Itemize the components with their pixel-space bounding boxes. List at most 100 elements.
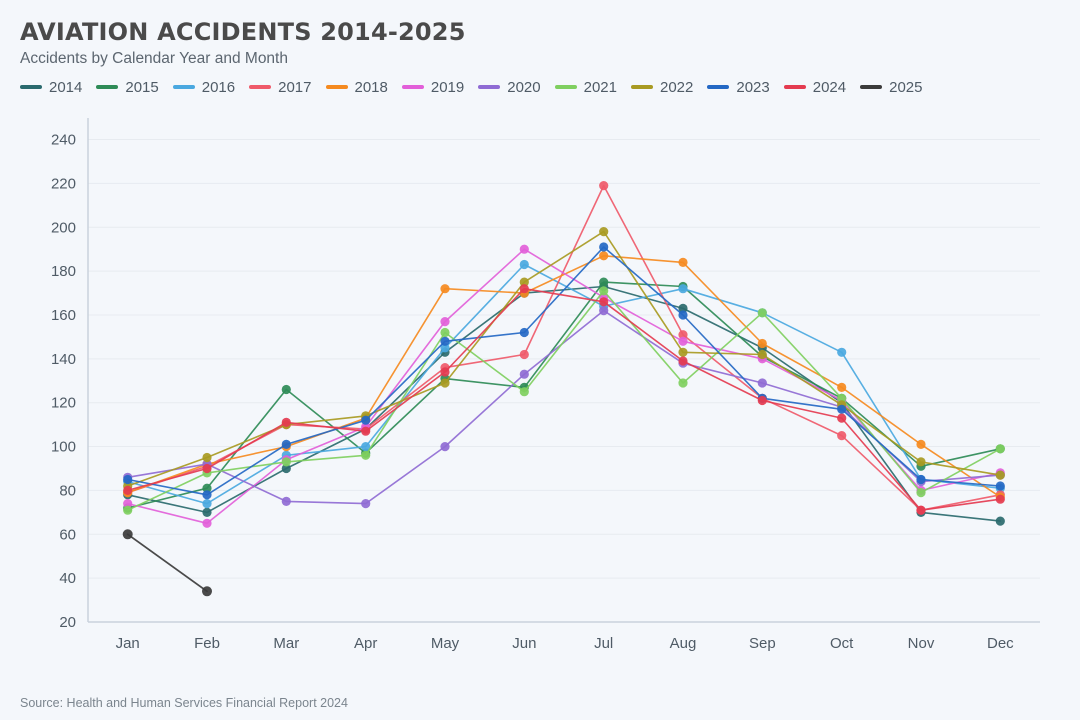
data-point[interactable] — [678, 356, 688, 366]
data-point[interactable] — [995, 444, 1005, 454]
data-point[interactable] — [837, 404, 847, 414]
data-point[interactable] — [916, 505, 926, 515]
data-point[interactable] — [440, 367, 450, 377]
chart-page: AVIATION ACCIDENTS 2014-2025 Accidents b… — [0, 0, 1080, 720]
data-point[interactable] — [678, 310, 688, 320]
data-point[interactable] — [837, 347, 847, 357]
data-point[interactable] — [202, 463, 212, 474]
data-point[interactable] — [757, 395, 767, 406]
data-point[interactable] — [599, 181, 609, 191]
x-tick-label: Nov — [908, 635, 935, 652]
data-point[interactable] — [440, 336, 450, 346]
data-point[interactable] — [361, 450, 371, 460]
data-point[interactable] — [202, 452, 212, 463]
data-point[interactable] — [995, 470, 1005, 480]
data-point[interactable] — [123, 485, 133, 495]
series-2016[interactable] — [123, 259, 1005, 509]
data-point[interactable] — [202, 490, 212, 500]
data-point[interactable] — [361, 499, 371, 509]
data-point[interactable] — [678, 336, 688, 346]
data-point[interactable] — [123, 474, 133, 485]
data-point[interactable] — [202, 507, 212, 517]
legend-label: 2015 — [125, 78, 159, 96]
data-point[interactable] — [519, 387, 529, 397]
legend-item-2020[interactable]: 2020 — [478, 79, 541, 96]
data-point[interactable] — [599, 251, 609, 261]
data-point[interactable] — [440, 317, 450, 327]
data-point[interactable] — [599, 286, 609, 296]
data-point[interactable] — [916, 488, 926, 498]
data-point[interactable] — [519, 284, 529, 294]
data-point[interactable] — [281, 457, 291, 467]
data-point[interactable] — [361, 415, 371, 425]
data-point[interactable] — [757, 349, 767, 360]
data-point[interactable] — [678, 257, 688, 267]
series-2014[interactable] — [123, 281, 1005, 526]
series-2025[interactable] — [122, 529, 212, 597]
data-point[interactable] — [837, 413, 847, 423]
data-point[interactable] — [757, 338, 767, 349]
data-point[interactable] — [678, 284, 688, 294]
legend-item-2015[interactable]: 2015 — [96, 78, 159, 96]
data-point[interactable] — [519, 327, 529, 338]
data-point[interactable] — [519, 244, 529, 254]
data-point[interactable] — [440, 378, 450, 388]
data-point[interactable] — [837, 382, 847, 392]
legend-swatch-icon — [325, 85, 348, 89]
data-point[interactable] — [916, 457, 926, 467]
data-point[interactable] — [995, 494, 1005, 504]
data-point[interactable] — [361, 426, 371, 436]
data-point[interactable] — [519, 259, 529, 270]
legend-item-2022[interactable]: 2022 — [631, 79, 693, 96]
y-tick-label: 220 — [51, 175, 76, 192]
data-point[interactable] — [995, 481, 1005, 491]
data-point[interactable] — [281, 417, 291, 427]
data-point[interactable] — [757, 308, 767, 318]
data-point[interactable] — [599, 227, 609, 237]
data-point[interactable] — [599, 277, 609, 287]
data-point[interactable] — [440, 442, 450, 452]
source-caption: Source: Health and Human Services Financ… — [20, 696, 348, 710]
data-point[interactable] — [202, 499, 212, 509]
data-point[interactable] — [837, 431, 847, 441]
data-point[interactable] — [519, 369, 529, 379]
data-point[interactable] — [281, 439, 291, 449]
data-point[interactable] — [519, 349, 529, 360]
legend-item-2014[interactable]: 2014 — [20, 79, 82, 96]
series-2024[interactable] — [123, 284, 1005, 515]
legend-item-2017[interactable]: 2017 — [249, 79, 312, 96]
data-point[interactable] — [678, 347, 688, 357]
y-tick-label: 160 — [51, 307, 76, 324]
data-point[interactable] — [281, 384, 291, 395]
data-point[interactable] — [599, 242, 609, 252]
data-point[interactable] — [440, 284, 450, 294]
legend-item-2025[interactable]: 2025 — [860, 79, 923, 96]
data-point[interactable] — [995, 516, 1005, 526]
data-point[interactable] — [599, 297, 609, 307]
series-2019[interactable] — [123, 244, 1005, 528]
series-2015[interactable] — [123, 277, 1005, 513]
legend-label: 2021 — [583, 78, 617, 96]
legend-item-2024[interactable]: 2024 — [783, 79, 846, 96]
data-point[interactable] — [123, 505, 133, 515]
legend-item-2019[interactable]: 2019 — [401, 79, 464, 96]
series-2020[interactable] — [123, 306, 1005, 509]
data-point[interactable] — [440, 327, 450, 338]
data-point[interactable] — [202, 518, 212, 528]
data-point[interactable] — [599, 306, 609, 316]
data-point[interactable] — [122, 529, 133, 540]
legend-item-2021[interactable]: 2021 — [554, 78, 617, 96]
data-point[interactable] — [202, 586, 212, 597]
legend-item-2023[interactable]: 2023 — [707, 79, 770, 96]
legend-swatch-icon — [96, 85, 119, 89]
legend-swatch-icon — [783, 85, 806, 89]
x-tick-label: Oct — [830, 635, 854, 652]
data-point[interactable] — [678, 378, 688, 388]
legend-item-2018[interactable]: 2018 — [325, 79, 388, 96]
data-point[interactable] — [916, 474, 926, 485]
series-2023[interactable] — [123, 242, 1005, 500]
data-point[interactable] — [916, 439, 926, 449]
data-point[interactable] — [757, 378, 767, 388]
data-point[interactable] — [281, 496, 291, 506]
legend-item-2016[interactable]: 2016 — [172, 79, 235, 96]
